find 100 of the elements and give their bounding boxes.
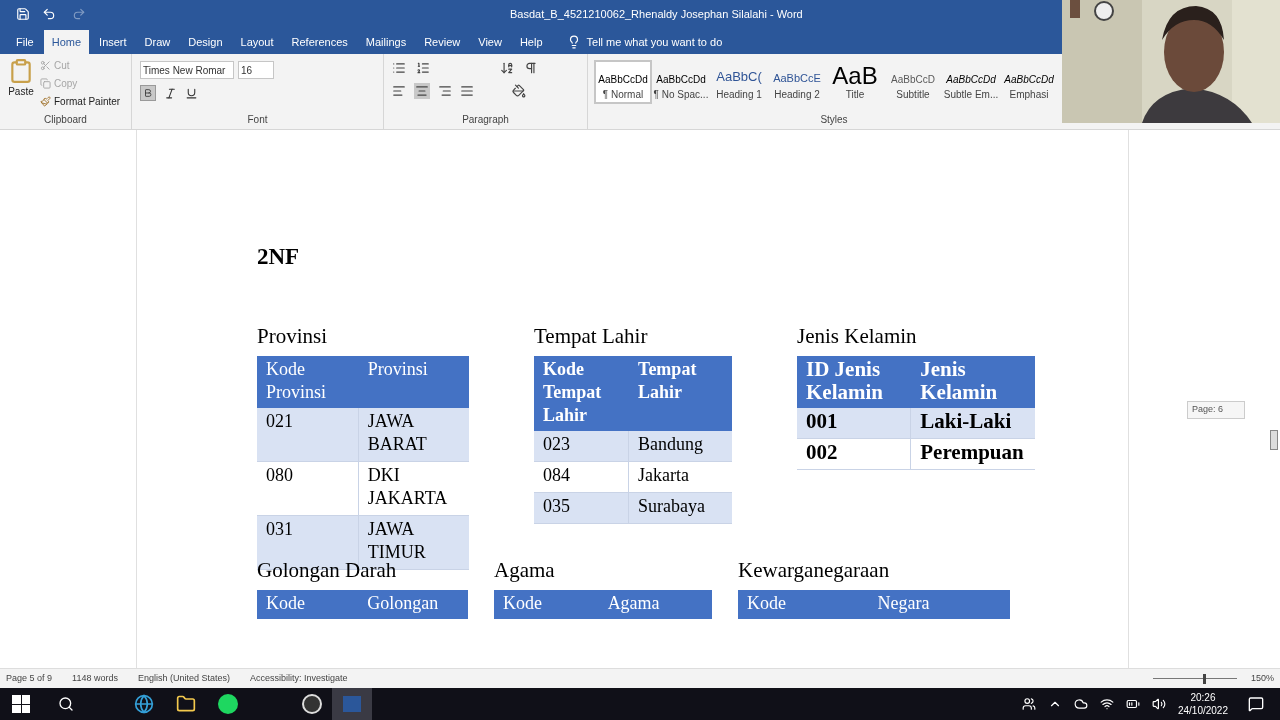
table-cell: 002 xyxy=(797,439,912,469)
justify-icon[interactable] xyxy=(460,84,474,98)
table-cell: 001 xyxy=(797,408,912,438)
numbering-icon[interactable] xyxy=(416,61,430,75)
zoom-level[interactable]: 150% xyxy=(1250,671,1274,686)
ribbon-tab[interactable]: References xyxy=(283,30,356,54)
table-title: Jenis Kelamin xyxy=(797,324,918,348)
ribbon-tab[interactable]: Insert xyxy=(91,30,135,54)
battery-icon[interactable] xyxy=(1125,697,1140,711)
table-cell-text: Negara xyxy=(876,592,931,615)
cloud-icon[interactable] xyxy=(1073,697,1088,711)
table-cell: 084 xyxy=(534,462,630,492)
clock[interactable]: 20:26 24/10/2022 xyxy=(1177,691,1228,717)
style-item[interactable]: AaBbCcDd Emphasi xyxy=(1000,60,1058,104)
table-cell-text: Kode Provinsi xyxy=(265,358,327,404)
document-heading: 2NF xyxy=(257,243,301,271)
scissors-icon xyxy=(40,60,51,71)
table-title: Tempat Lahir xyxy=(534,324,649,348)
start-icon[interactable] xyxy=(12,695,30,713)
table-cell-text: Provinsi xyxy=(366,358,429,381)
italic-icon[interactable] xyxy=(164,86,177,100)
paste-button[interactable]: Paste xyxy=(8,58,34,112)
browser-icon[interactable] xyxy=(134,694,154,714)
table-cell-text: Laki-Laki xyxy=(919,408,1013,435)
save-icon[interactable] xyxy=(16,7,30,21)
table-cell-text: Kode Tempat Lahir xyxy=(542,358,603,427)
group-label: Paragraph xyxy=(461,113,510,127)
style-item[interactable]: AaBbCcDd ¶ Normal xyxy=(594,60,652,104)
table-cell-text: Bandung xyxy=(637,433,705,456)
search-icon[interactable] xyxy=(58,696,74,712)
align-center-icon[interactable] xyxy=(414,83,430,99)
ribbon-tab[interactable]: Home xyxy=(43,30,90,54)
table-cell-text: Tempat Lahir xyxy=(637,358,698,404)
notifications-icon[interactable] xyxy=(1248,696,1264,712)
scrollbar xyxy=(1270,430,1278,450)
table-cell-text: Agama xyxy=(606,592,661,615)
music-app-icon[interactable] xyxy=(218,694,238,714)
table-cell: 080 xyxy=(257,462,359,515)
table-cell-text: Surabaya xyxy=(637,495,706,518)
table-cell-text: JAWA TIMUR xyxy=(366,518,427,563)
style-item[interactable]: AaBbCcDd ¶ No Spac... xyxy=(652,60,710,104)
word-count[interactable]: 1148 words xyxy=(72,671,118,686)
bold-icon[interactable] xyxy=(140,85,156,101)
ribbon-tab[interactable]: Layout xyxy=(232,30,282,54)
bullets-icon[interactable] xyxy=(392,61,406,75)
table-cell-text: Perempuan xyxy=(919,439,1025,466)
wifi-icon[interactable] xyxy=(1099,697,1114,711)
table-cell-text: Kode xyxy=(502,592,543,615)
style-item[interactable]: AaBbCcE Heading 2 xyxy=(768,60,826,104)
group-label: Styles xyxy=(819,113,849,127)
recorder-icon[interactable] xyxy=(302,694,322,714)
window-title: Basdat_B_4521210062_Rhenaldy Josephan Silalahi - Word xyxy=(510,6,803,22)
table-cell-text: JAWA BARAT xyxy=(366,410,428,456)
ribbon-tab[interactable]: File xyxy=(8,30,42,54)
people-icon[interactable] xyxy=(1021,697,1036,711)
font-size-field[interactable]: 16 xyxy=(238,61,274,79)
undo-icon[interactable] xyxy=(42,7,56,21)
ribbon-tab[interactable]: Review xyxy=(416,30,469,54)
table-cell: 035 xyxy=(534,493,630,523)
ribbon-tab[interactable]: Design xyxy=(180,30,231,54)
table-cell: 023 xyxy=(534,431,630,461)
tell-me-field[interactable]: Tell me what you want to do xyxy=(566,30,723,54)
format-painter-button[interactable]: Format Painter xyxy=(40,94,121,109)
page-badge: Page: 6 xyxy=(1187,401,1245,419)
group-label: Font xyxy=(246,113,269,127)
page-count[interactable]: Page 5 of 9 xyxy=(6,671,53,686)
ribbon-tab[interactable]: View xyxy=(470,30,510,54)
table-cell-text: ID Jenis Kelamin xyxy=(805,356,884,406)
align-left-icon[interactable] xyxy=(392,84,406,98)
style-item[interactable]: AaBbCcDd Subtle Em... xyxy=(942,60,1000,104)
zoom-slider[interactable] xyxy=(1152,673,1237,684)
style-item[interactable]: AaBbC( Heading 1 xyxy=(710,60,768,104)
paintbrush-icon xyxy=(40,96,51,107)
group-label: Clipboard xyxy=(43,113,88,127)
shading-icon[interactable] xyxy=(512,84,526,98)
language-status[interactable]: English (United States) xyxy=(137,671,230,686)
table-title: Provinsi xyxy=(257,324,328,348)
table-cell-text: Jakarta xyxy=(637,464,690,487)
table-cell-text: Kode xyxy=(265,592,306,615)
table-title: Agama xyxy=(494,558,556,582)
font-name-field[interactable]: Times New Romar xyxy=(140,61,234,79)
align-right-icon[interactable] xyxy=(438,84,452,98)
table-cell-text: Kode xyxy=(746,592,787,615)
show-marks-icon[interactable] xyxy=(524,61,538,75)
sort-icon[interactable] xyxy=(500,61,514,75)
volume-icon[interactable] xyxy=(1151,697,1166,711)
style-item[interactable]: AaBbCcD Subtitle xyxy=(884,60,942,104)
table-cell-text: Jenis Kelamin xyxy=(919,356,999,406)
underline-icon[interactable] xyxy=(185,86,198,100)
ribbon-tab[interactable]: Help xyxy=(511,30,551,54)
clipboard-icon xyxy=(8,58,34,84)
ribbon-tab[interactable]: Draw xyxy=(136,30,179,54)
copy-icon xyxy=(40,78,51,89)
table-title: Kewarganegaraan xyxy=(738,558,891,582)
table-cell-text: DKI JAKARTA xyxy=(366,464,449,510)
table-cell: 021 xyxy=(257,408,359,461)
ribbon-tab[interactable]: Mailings xyxy=(357,30,415,54)
folder-icon[interactable] xyxy=(176,694,196,714)
style-item[interactable]: AaB Title xyxy=(826,60,884,104)
accessibility-status[interactable]: Accessibility: Investigate xyxy=(249,671,348,686)
